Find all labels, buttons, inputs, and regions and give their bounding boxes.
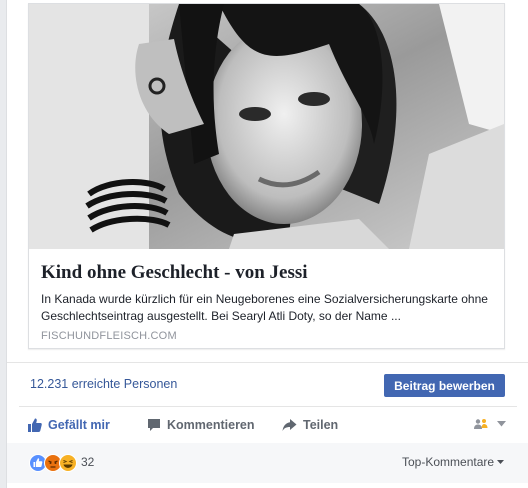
like-reaction-icon — [29, 454, 47, 472]
share-button[interactable]: Teilen — [282, 407, 338, 443]
friends-audience-icon — [474, 419, 488, 429]
reaction-icons[interactable] — [29, 454, 79, 472]
link-domain: FISCHUNDFLEISCH.COM — [41, 330, 177, 342]
caret-down-icon — [497, 459, 505, 464]
people-reached-link[interactable]: 12.231 erreichte Personen — [30, 377, 177, 391]
haha-reaction-icon — [59, 454, 77, 472]
portrait-photo — [29, 4, 504, 249]
reaction-count[interactable]: 32 — [81, 455, 94, 469]
speech-bubble-icon — [148, 419, 160, 431]
audience-selector[interactable] — [473, 418, 506, 430]
share-label: Teilen — [303, 418, 339, 432]
link-description: In Kanada wurde kürzlich für ein Neugebo… — [41, 292, 488, 323]
comment-button[interactable]: Kommentieren — [147, 407, 255, 443]
chevron-down-icon — [497, 421, 506, 427]
link-preview-card[interactable]: Kind ohne Geschlecht - von Jessi In Kana… — [28, 3, 505, 349]
link-preview-image[interactable] — [29, 4, 504, 249]
link-title[interactable]: Kind ohne Geschlecht - von Jessi — [41, 262, 308, 284]
angry-reaction-icon — [44, 454, 62, 472]
share-arrow-icon — [282, 419, 297, 431]
reach-bar: 12.231 erreichte Personen Beitrag bewerb… — [7, 362, 528, 407]
reactions-bar: 32 Top-Kommentare — [7, 443, 528, 483]
post-card: Kind ohne Geschlecht - von Jessi In Kana… — [6, 0, 528, 488]
boost-post-button[interactable]: Beitrag bewerben — [384, 374, 505, 397]
post-actions-bar: Gefällt mir Kommentieren Teilen — [19, 406, 517, 444]
comment-sort-dropdown[interactable]: Top-Kommentare — [402, 455, 505, 469]
like-button[interactable]: Gefällt mir — [28, 407, 110, 443]
like-label: Gefällt mir — [48, 418, 110, 432]
thumbs-up-icon — [28, 418, 42, 432]
comment-label: Kommentieren — [167, 418, 255, 432]
comment-sort-label: Top-Kommentare — [402, 455, 495, 469]
